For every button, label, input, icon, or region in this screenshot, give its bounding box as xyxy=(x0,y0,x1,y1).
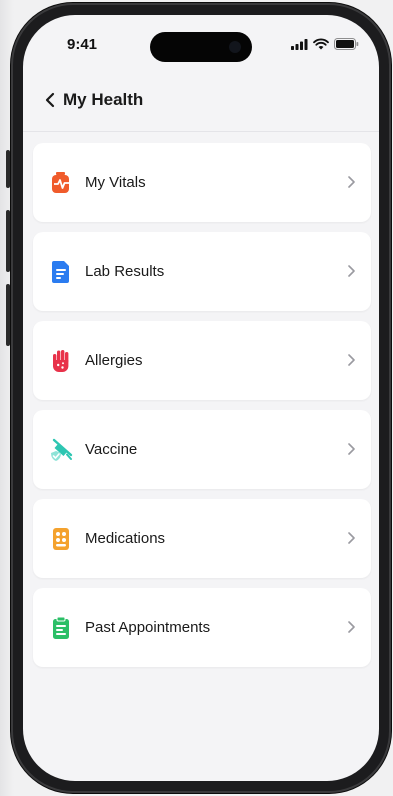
menu-item-label: Allergies xyxy=(85,352,143,369)
menu-item-label: Vaccine xyxy=(85,441,138,458)
vitals-icon xyxy=(49,171,73,195)
chevron-right-icon xyxy=(348,532,355,544)
volume-down-button xyxy=(6,284,10,346)
camera-icon xyxy=(229,41,241,53)
hand-icon xyxy=(49,349,73,373)
menu-item-allergies[interactable]: Allergies xyxy=(33,321,371,400)
menu-item-label: Lab Results xyxy=(85,263,165,280)
lab-report-icon xyxy=(49,260,73,284)
clipboard-icon xyxy=(49,616,73,640)
menu-item-label: Past Appointments xyxy=(85,619,211,636)
chevron-right-icon xyxy=(348,265,355,277)
phone-screen: 9:41 My Health My Vitals Lab Results All… xyxy=(23,15,379,781)
menu-item-past-appointments[interactable]: Past Appointments xyxy=(33,588,371,667)
wifi-icon xyxy=(313,38,329,50)
menu-item-label: My Vitals xyxy=(85,174,146,191)
chevron-right-icon xyxy=(348,354,355,366)
phone-frame: 9:41 My Health My Vitals Lab Results All… xyxy=(11,3,391,793)
volume-up-button xyxy=(6,210,10,272)
status-bar: 9:41 xyxy=(23,15,379,69)
battery-icon xyxy=(334,38,359,50)
pill-pack-icon xyxy=(49,527,73,551)
menu-item-vaccine[interactable]: Vaccine xyxy=(33,410,371,489)
dynamic-island xyxy=(150,32,252,62)
health-menu-list: My Vitals Lab Results Allergies Vaccine … xyxy=(33,143,371,677)
menu-item-label: Medications xyxy=(85,530,166,547)
back-button[interactable]: My Health xyxy=(45,90,143,110)
page-title: My Health xyxy=(63,90,144,109)
cellular-signal-icon xyxy=(291,38,308,50)
silent-switch xyxy=(6,150,10,188)
status-icons xyxy=(291,38,359,50)
chevron-right-icon xyxy=(348,621,355,633)
chevron-right-icon xyxy=(348,443,355,455)
syringe-icon xyxy=(49,438,73,462)
menu-item-medications[interactable]: Medications xyxy=(33,499,371,578)
status-time: 9:41 xyxy=(67,36,98,53)
chevron-left-icon xyxy=(45,92,55,108)
chevron-right-icon xyxy=(348,176,355,188)
header-bar: My Health xyxy=(23,69,379,132)
menu-item-my-vitals[interactable]: My Vitals xyxy=(33,143,371,222)
menu-item-lab-results[interactable]: Lab Results xyxy=(33,232,371,311)
